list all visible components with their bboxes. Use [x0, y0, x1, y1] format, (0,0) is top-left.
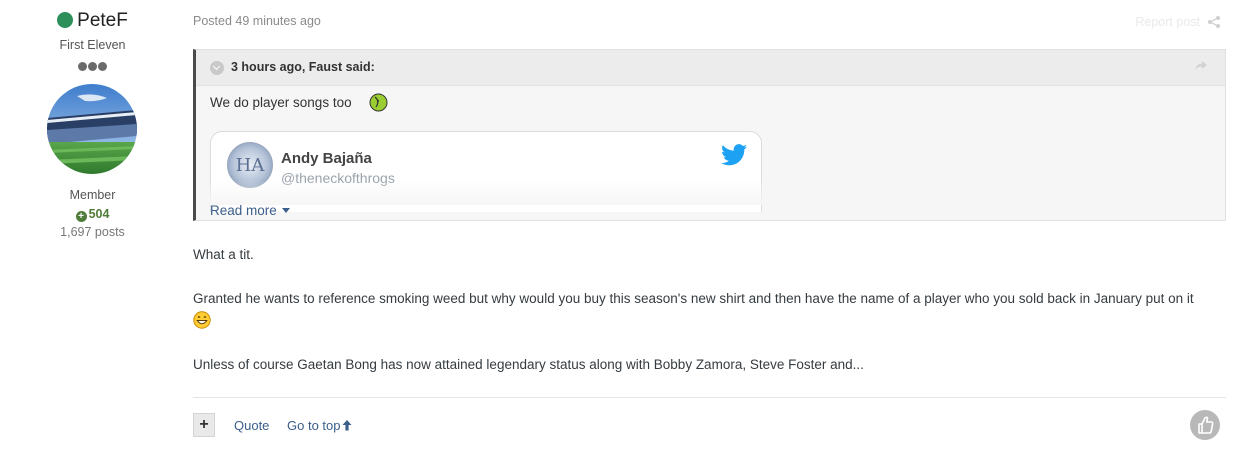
go-to-top-label: Go to top — [287, 418, 341, 433]
read-more-label: Read more — [210, 203, 277, 218]
like-button[interactable] — [1190, 410, 1220, 440]
tweet-author-name[interactable]: Andy Bajaña — [281, 150, 372, 167]
post-count: 1,697 posts — [60, 225, 125, 239]
quote-citation: 3 hours ago, Faust said: — [231, 60, 375, 74]
reputation-badge: +504 — [0, 207, 185, 222]
member-group: Member — [69, 188, 116, 202]
online-status-icon — [57, 12, 74, 28]
post-paragraph-2: Granted he wants to reference smoking we… — [193, 288, 1228, 332]
post-divider — [193, 397, 1226, 398]
posted-time[interactable]: 49 minutes ago — [235, 14, 320, 28]
report-post-link[interactable]: Report post — [1135, 15, 1200, 29]
posted-prefix: Posted — [193, 14, 232, 28]
quote-block: 3 hours ago, Faust said: We do player so… — [193, 49, 1226, 221]
rank-title: First Eleven — [59, 38, 126, 52]
reputation-plus-icon: + — [75, 211, 87, 222]
go-to-top-link[interactable]: Go to top — [287, 418, 352, 433]
author-name-row[interactable]: PeteF — [0, 10, 185, 32]
quote-header: 3 hours ago, Faust said: — [196, 50, 1225, 86]
quote-button[interactable]: Quote — [234, 418, 269, 433]
quote-fade — [210, 180, 1210, 205]
tennis-ball-emoji-icon — [369, 93, 388, 112]
post-paragraph-1: What a tit. — [193, 247, 254, 262]
post-meta: Posted 49 minutes ago — [193, 14, 321, 28]
multiquote-button[interactable]: + — [193, 413, 215, 437]
quote-collapse-icon[interactable] — [210, 61, 224, 75]
caret-down-icon — [281, 208, 290, 213]
post-paragraph-2-text: Granted he wants to reference smoking we… — [193, 291, 1194, 306]
rank-pips-icon — [77, 58, 109, 71]
twitter-bird-icon[interactable] — [721, 144, 747, 166]
thumbs-up-icon — [1198, 416, 1214, 434]
author-name[interactable]: PeteF — [77, 10, 128, 31]
quote-text: We do player songs too — [210, 95, 352, 110]
go-to-quoted-post-icon[interactable] — [1193, 59, 1209, 73]
tweet-avatar-letters: HA — [235, 155, 265, 176]
share-icon[interactable] — [1207, 15, 1221, 29]
reputation-value: 504 — [88, 207, 110, 221]
arrow-up-icon — [342, 420, 352, 431]
post-paragraph-3: Unless of course Gaetan Bong has now att… — [193, 357, 864, 372]
read-more-link[interactable]: Read more — [210, 203, 290, 218]
grin-emoji-icon — [193, 311, 211, 329]
avatar[interactable] — [47, 84, 137, 174]
